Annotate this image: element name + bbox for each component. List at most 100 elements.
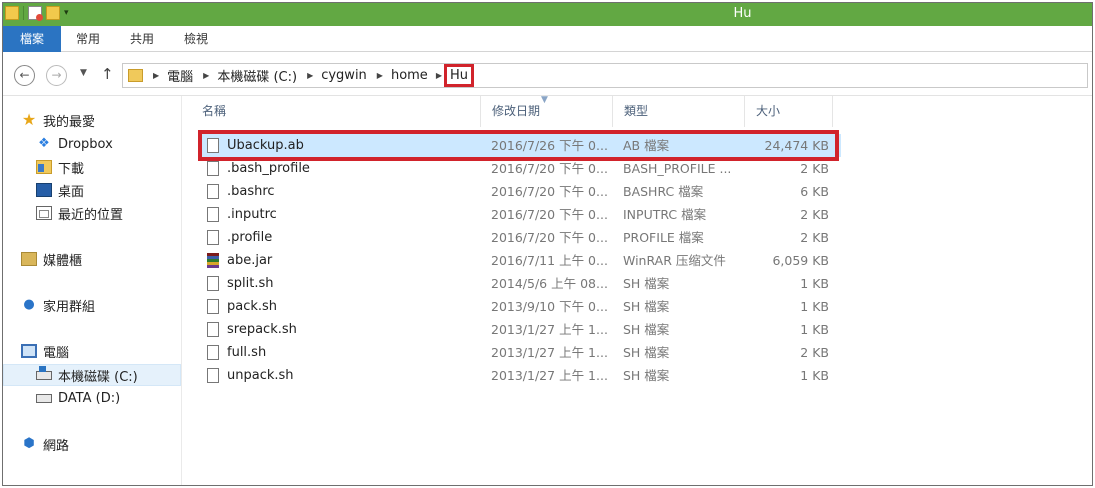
chevron-right-icon[interactable]: ▶ [436,71,442,80]
file-name: unpack.sh [227,368,294,383]
nav-item-label: 我的最愛 [43,114,96,130]
file-name: .bashrc [227,184,275,199]
file-size: 1 KB [800,322,829,337]
file-date: 2014/5/6 上午 08... [491,276,608,291]
ribbon-tabs: 檔案 常用 共用 檢視 [3,26,1092,52]
chevron-right-icon[interactable]: ▶ [153,71,159,80]
file-icon [207,161,219,176]
main-area: ★ 我的最愛 ❖ Dropbox 下載 桌面 最近的位置 媒體櫃 ● 家用群組 … [3,95,1092,485]
file-icon [207,299,219,314]
chevron-right-icon[interactable]: ▶ [377,71,383,80]
explorer-window: ▾ Hu 檔案 常用 共用 檢視 ← → ▼ ↑ ▶ 電腦 ▶ 本機磁碟 (C:… [2,2,1093,486]
file-list: 名稱 ▼ 修改日期 類型 大小 Ubackup.ab 2016/7/26 下午 0… [183,95,1092,485]
file-row[interactable]: srepack.sh 2013/1/27 上午 1... SH 檔案 1 KB [198,318,841,341]
nav-recent-places[interactable]: 最近的位置 [36,203,123,223]
nav-downloads[interactable]: 下載 [36,157,84,177]
breadcrumb-cygwin[interactable]: cygwin [321,68,367,83]
libraries-icon [21,252,37,266]
nav-homegroup[interactable]: ● 家用群組 [21,295,95,315]
breadcrumb-computer[interactable]: 電腦 [167,66,193,85]
column-header-type[interactable]: 類型 [613,96,745,127]
column-header-date[interactable]: ▼ 修改日期 [481,95,613,127]
star-icon: ★ [21,110,37,129]
file-type: SH 檔案 [623,299,670,314]
file-type: SH 檔案 [623,276,670,291]
file-name: srepack.sh [227,322,297,337]
file-size: 1 KB [800,368,829,383]
file-date: 2016/7/11 上午 0... [491,253,608,268]
title-bar: ▾ Hu [3,3,1092,26]
file-name: abe.jar [227,253,273,268]
nav-drive-c[interactable]: 本機磁碟 (C:) [3,364,181,386]
tab-share[interactable]: 共用 [115,26,169,52]
file-row[interactable]: unpack.sh 2013/1/27 上午 1... SH 檔案 1 KB [198,364,841,387]
file-type: PROFILE 檔案 [623,230,704,245]
tab-home[interactable]: 常用 [61,26,115,52]
file-date: 2016/7/20 下午 0... [491,184,608,199]
nav-item-label: 電腦 [43,345,70,361]
drive-icon [36,393,52,403]
up-button[interactable]: ↑ [101,65,114,83]
file-type: SH 檔案 [623,345,670,360]
tab-file[interactable]: 檔案 [3,26,62,52]
nav-computer[interactable]: 電腦 [21,341,69,361]
forward-button[interactable]: → [46,65,67,86]
file-size: 1 KB [800,299,829,314]
tab-view[interactable]: 檢視 [169,26,223,52]
file-icon [207,345,219,360]
file-type: SH 檔案 [623,368,670,383]
file-icon [207,276,219,291]
file-type: WinRAR 压缩文件 [623,253,726,268]
nav-item-label: Dropbox [58,136,113,152]
file-date: 2013/1/27 上午 1... [491,322,608,337]
recent-places-icon [36,206,52,220]
breadcrumb-home[interactable]: home [391,68,428,83]
file-icon [207,207,219,222]
nav-item-label: 媒體櫃 [43,253,83,269]
file-name: .profile [227,230,273,245]
window-title: Hu [733,6,752,21]
recent-locations-dropdown[interactable]: ▼ [80,68,87,78]
chevron-right-icon[interactable]: ▶ [203,71,209,80]
file-row[interactable]: .profile 2016/7/20 下午 0... PROFILE 檔案 2 KB [198,226,841,249]
file-size: 2 KB [800,345,829,360]
file-row[interactable]: split.sh 2014/5/6 上午 08... SH 檔案 1 KB [198,272,841,295]
column-header-label: 類型 [624,104,649,118]
file-row[interactable]: .bashrc 2016/7/20 下午 0... BASHRC 檔案 6 KB [198,180,841,203]
nav-dropbox[interactable]: ❖ Dropbox [36,134,113,154]
file-size: 2 KB [800,230,829,245]
column-header-size[interactable]: 大小 [745,96,833,127]
file-name: .inputrc [227,207,277,222]
nav-network[interactable]: ⬢ 網路 [21,434,69,454]
file-date: 2013/9/10 下午 0... [491,299,608,314]
file-row[interactable]: full.sh 2013/1/27 上午 1... SH 檔案 2 KB [198,341,841,364]
nav-libraries[interactable]: 媒體櫃 [21,249,82,269]
file-name: full.sh [227,345,267,360]
file-size: 6,059 KB [772,253,829,268]
file-name: pack.sh [227,299,278,314]
nav-item-label: 下載 [58,161,85,177]
file-icon [207,368,219,383]
file-row[interactable]: .inputrc 2016/7/20 下午 0... INPUTRC 檔案 2 KB [198,203,841,226]
file-type: SH 檔案 [623,322,670,337]
chevron-right-icon[interactable]: ▶ [307,71,313,80]
breadcrumb-hu[interactable]: Hu [443,64,474,87]
nav-drive-d[interactable]: DATA (D:) [36,388,120,408]
network-icon: ⬢ [23,436,35,451]
file-row[interactable]: pack.sh 2013/9/10 下午 0... SH 檔案 1 KB [198,295,841,318]
file-row[interactable]: abe.jar 2016/7/11 上午 0... WinRAR 压缩文件 6,059… [198,249,841,272]
homegroup-icon: ● [23,297,35,312]
address-bar[interactable]: ▶ 電腦 ▶ 本機磁碟 (C:) ▶ cygwin ▶ home ▶ Hu [122,63,1088,88]
column-header-label: 修改日期 [492,104,541,118]
back-button[interactable]: ← [14,65,35,86]
file-size: 2 KB [800,207,829,222]
column-header-name[interactable]: 名稱 [191,96,481,127]
dropbox-icon: ❖ [38,136,50,151]
file-name: split.sh [227,276,274,291]
nav-desktop[interactable]: 桌面 [36,180,84,200]
nav-item-label: 家用群組 [43,299,96,315]
file-type: INPUTRC 檔案 [623,207,707,222]
nav-item-label: 網路 [43,438,70,454]
nav-favorites[interactable]: ★ 我的最愛 [21,110,95,130]
breadcrumb-drive-c[interactable]: 本機磁碟 (C:) [217,66,297,85]
